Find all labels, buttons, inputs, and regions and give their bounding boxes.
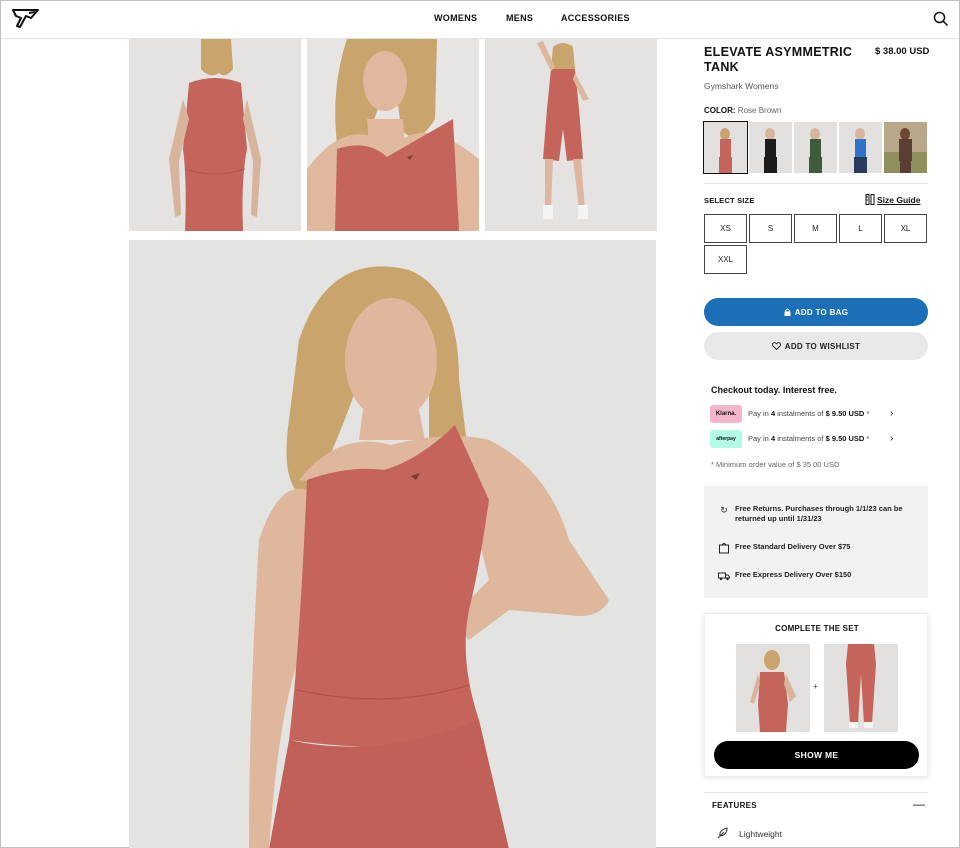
set-item-leggings[interactable] bbox=[824, 644, 898, 732]
chevron-right-icon: › bbox=[890, 408, 894, 419]
product-title: ELEVATE ASYMMETRIC TANK bbox=[704, 45, 853, 74]
size-option-xxl[interactable]: XXL bbox=[704, 245, 747, 274]
klarna-payment-text: Pay in 4 instalments of $ 9.50 USD * bbox=[748, 409, 870, 418]
minimum-order-note: * Minimum order value of $ 35.00 USD bbox=[711, 460, 840, 469]
feature-lightweight-label: Lightweight bbox=[739, 829, 783, 839]
color-swatch-brown[interactable] bbox=[884, 122, 927, 173]
perk-free-returns-text: Free Returns. Purchases through 1/1/23 c… bbox=[735, 504, 903, 523]
color-swatch-green[interactable] bbox=[794, 122, 837, 173]
add-to-wishlist-button[interactable]: ADD TO WISHLIST bbox=[704, 332, 928, 360]
add-to-wishlist-label: ADD TO WISHLIST bbox=[784, 341, 861, 351]
add-to-bag-label: ADD TO BAG bbox=[794, 307, 849, 317]
bag-icon bbox=[719, 543, 729, 554]
color-value: Rose Brown bbox=[737, 106, 782, 115]
heart-icon bbox=[771, 342, 781, 350]
afterpay-payment-text: Pay in 4 instalments of $ 9.50 USD * bbox=[748, 434, 870, 443]
gallery-main-image[interactable] bbox=[129, 240, 656, 848]
klarna-payment-option[interactable]: Klarna. Pay in 4 instalments of $ 9.50 U… bbox=[710, 405, 910, 423]
search-icon[interactable] bbox=[932, 10, 950, 28]
lock-icon bbox=[784, 308, 791, 316]
feature-lightweight: Lightweight bbox=[717, 827, 782, 839]
gallery-image-fullbody[interactable] bbox=[485, 39, 657, 231]
add-to-bag-button[interactable]: ADD TO BAG bbox=[704, 298, 928, 326]
nav-womens[interactable]: WOMENS bbox=[434, 13, 477, 23]
features-accordion[interactable]: FEATURES — bbox=[704, 792, 928, 818]
size-option-m[interactable]: M bbox=[794, 214, 837, 243]
color-swatch-blue[interactable] bbox=[839, 122, 882, 173]
truck-icon bbox=[718, 572, 730, 581]
site-header: WOMENS MENS ACCESSORIES bbox=[1, 1, 959, 39]
perk-express-delivery-text: Free Express Delivery Over $150 bbox=[735, 570, 852, 579]
perk-standard-delivery-text: Free Standard Delivery Over $75 bbox=[735, 542, 851, 551]
size-option-xs[interactable]: XS bbox=[704, 214, 747, 243]
minus-icon: — bbox=[913, 797, 925, 811]
feather-icon bbox=[717, 827, 728, 839]
set-plus-sign: + bbox=[813, 682, 818, 691]
size-guide-label: Size Guide bbox=[877, 195, 921, 205]
complete-the-set-title: COMPLETE THE SET bbox=[775, 624, 859, 633]
size-option-l[interactable]: L bbox=[839, 214, 882, 243]
color-label: COLOR: Rose Brown bbox=[704, 106, 781, 115]
color-label-text: COLOR: bbox=[704, 106, 736, 115]
set-item-tank[interactable] bbox=[736, 644, 810, 732]
main-nav: WOMENS MENS ACCESSORIES bbox=[1, 1, 959, 39]
features-title: FEATURES bbox=[712, 801, 757, 810]
ruler-icon bbox=[865, 194, 875, 205]
product-price: $ 38.00 USD bbox=[875, 46, 930, 57]
afterpay-logo: afterpay bbox=[710, 430, 742, 448]
show-me-button[interactable]: SHOW ME bbox=[714, 741, 919, 769]
complete-the-set-card: COMPLETE THE SET + SHOW ME bbox=[704, 613, 928, 777]
size-guide-link[interactable]: Size Guide bbox=[865, 194, 920, 205]
chevron-right-icon: › bbox=[890, 433, 894, 444]
color-swatch-rose-brown[interactable] bbox=[703, 121, 748, 174]
divider bbox=[704, 183, 928, 184]
gallery-image-back[interactable] bbox=[129, 39, 301, 231]
size-option-s[interactable]: S bbox=[749, 214, 792, 243]
nav-accessories[interactable]: ACCESSORIES bbox=[561, 13, 630, 23]
color-swatch-black[interactable] bbox=[749, 122, 792, 173]
product-brand: Gymshark Womens bbox=[704, 81, 779, 91]
nav-mens[interactable]: MENS bbox=[506, 13, 533, 23]
size-option-xl[interactable]: XL bbox=[884, 214, 927, 243]
checkout-title: Checkout today. Interest free. bbox=[711, 385, 837, 395]
afterpay-payment-option[interactable]: afterpay Pay in 4 instalments of $ 9.50 … bbox=[710, 430, 910, 448]
returns-icon: ↻ bbox=[720, 505, 728, 515]
select-size-label: SELECT SIZE bbox=[704, 196, 755, 205]
perks-panel: ↻ Free Returns. Purchases through 1/1/23… bbox=[704, 486, 928, 598]
gallery-image-closeup[interactable] bbox=[307, 39, 479, 231]
klarna-logo: Klarna. bbox=[710, 405, 742, 423]
